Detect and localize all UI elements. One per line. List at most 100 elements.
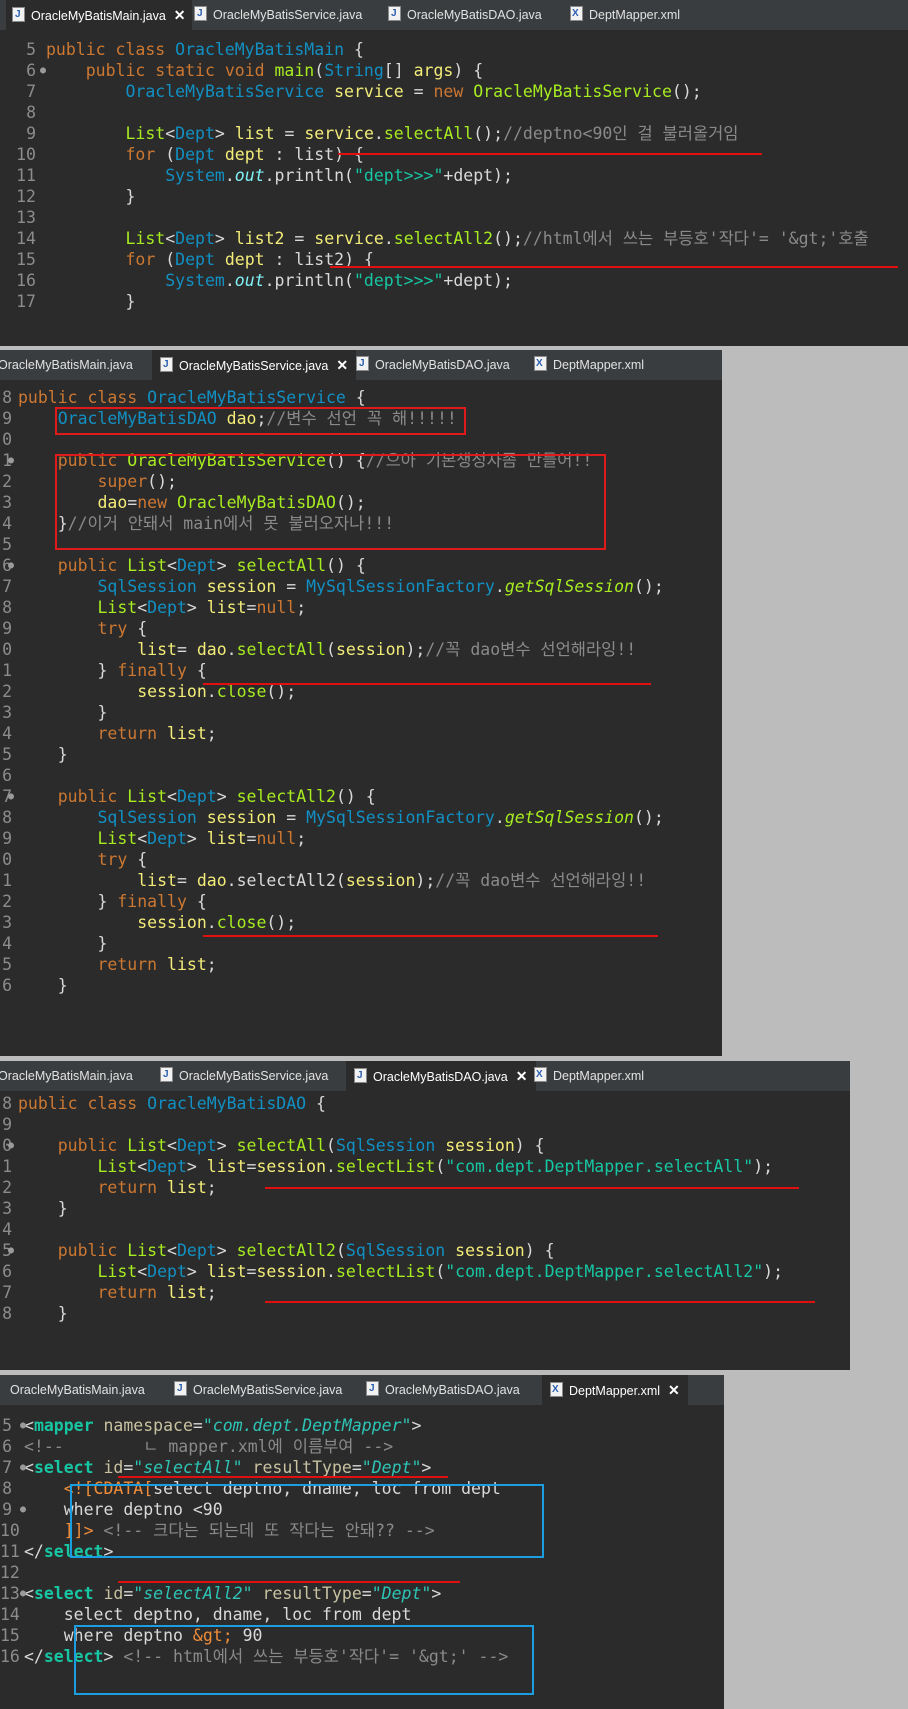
code-line: 12 } bbox=[16, 187, 136, 206]
code-line: 8 } bbox=[2, 1304, 68, 1323]
tab-oraclemybatismain[interactable]: OracleMyBatisMain.java bbox=[10, 1375, 145, 1405]
code-line: 9 List<Dept> list = service.selectAll();… bbox=[26, 124, 739, 143]
tab-oraclemybatisdao[interactable]: OracleMyBatisDAO.java bbox=[356, 350, 510, 380]
code-line: 2 } finally { bbox=[2, 892, 207, 911]
red-underline bbox=[330, 266, 898, 268]
red-underline bbox=[118, 1581, 460, 1583]
code-line: 8 public class OracleMyBatisService { bbox=[2, 388, 366, 407]
tab-deptmapper[interactable]: DeptMapper.xml bbox=[534, 1061, 644, 1091]
code-line: 3 } bbox=[2, 703, 108, 722]
code-line: 14 List<Dept> list2 = service.selectAll2… bbox=[16, 229, 869, 248]
tab-oraclemybatismain[interactable]: OracleMyBatisMain.java bbox=[0, 1061, 133, 1091]
code-line: 9 try { bbox=[2, 619, 148, 638]
editor-panel-dao: OracleMyBatisMain.java OracleMyBatisServ… bbox=[0, 1061, 850, 1370]
tab-oraclemybatisdao[interactable]: OracleMyBatisDAO.java bbox=[366, 1375, 520, 1405]
close-icon[interactable]: ✕ bbox=[668, 1382, 680, 1398]
close-icon[interactable]: ✕ bbox=[174, 7, 186, 23]
code-line: 8 SqlSession session = MySqlSessionFacto… bbox=[2, 808, 664, 827]
code-line: 0 try { bbox=[2, 850, 148, 869]
code-line: 17 } bbox=[16, 292, 136, 311]
red-underline bbox=[118, 1476, 448, 1478]
code-line: 7 SqlSession session = MySqlSessionFacto… bbox=[2, 577, 664, 596]
xml-file-icon bbox=[534, 1061, 547, 1090]
code-line: 4 return list; bbox=[2, 724, 217, 743]
code-line: 3 session.close(); bbox=[2, 913, 297, 932]
code-line: 1 list= dao.selectAll2(session);//꼭 dao변… bbox=[2, 871, 647, 890]
code-line: ● 5 <mapper namespace="com.dept.DeptMapper… bbox=[2, 1416, 422, 1435]
java-file-icon bbox=[194, 0, 207, 29]
tab-deptmapper[interactable]: DeptMapper.xml bbox=[570, 0, 680, 30]
blue-highlight-box bbox=[70, 1484, 544, 1558]
xml-file-icon bbox=[534, 350, 547, 379]
code-line: 1 } finally { bbox=[2, 661, 207, 680]
code-line: 8 public class OracleMyBatisDAO { bbox=[2, 1094, 326, 1113]
code-line: ● 0 public List<Dept> selectAll(SqlSessio… bbox=[2, 1136, 545, 1155]
java-file-icon bbox=[174, 1375, 187, 1404]
close-icon[interactable]: ✕ bbox=[336, 357, 348, 373]
code-line: 5 } bbox=[2, 745, 68, 764]
editor-panel-main: OracleMyBatisMain.java✕ OracleMyBatisSer… bbox=[0, 0, 908, 346]
tab-oraclemybatisdao[interactable]: OracleMyBatisDAO.java bbox=[388, 0, 542, 30]
tab-oraclemybatisservice[interactable]: OracleMyBatisService.java bbox=[160, 1061, 328, 1091]
code-area[interactable]: 8 public class OracleMyBatisDAO { 9 ● 0 pu… bbox=[0, 1093, 850, 1324]
xml-file-icon bbox=[550, 1375, 563, 1405]
red-underline bbox=[265, 1301, 815, 1303]
tab-bar: OracleMyBatisMain.java OracleMyBatisServ… bbox=[0, 1375, 724, 1405]
red-highlight-box bbox=[55, 454, 606, 550]
tab-oraclemybatisservice[interactable]: OracleMyBatisService.java bbox=[174, 1375, 342, 1405]
code-line: 12 bbox=[0, 1563, 20, 1582]
code-area[interactable]: 5 public class OracleMyBatisMain { ● 6 pub… bbox=[0, 39, 908, 312]
java-file-icon bbox=[366, 1375, 379, 1404]
code-line: 9 List<Dept> list=null; bbox=[2, 829, 307, 848]
tab-bar: OracleMyBatisMain.java OracleMyBatisServ… bbox=[0, 350, 722, 380]
tab-oraclemybatisservice[interactable]: OracleMyBatisService.java bbox=[194, 0, 362, 30]
red-underline bbox=[265, 1187, 799, 1189]
code-line: 5 return list; bbox=[2, 955, 217, 974]
code-line: ● 7 <select id="selectAll" resultType="Dep… bbox=[2, 1458, 432, 1477]
code-line: 9 bbox=[2, 1115, 12, 1134]
code-line: 6 List<Dept> list=session.selectList("co… bbox=[2, 1262, 784, 1281]
close-icon[interactable]: ✕ bbox=[516, 1068, 528, 1084]
code-line: 1 List<Dept> list=session.selectList("co… bbox=[2, 1157, 774, 1176]
tab-bar: OracleMyBatisMain.java✕ OracleMyBatisSer… bbox=[0, 0, 908, 30]
tab-oraclemybatismain[interactable]: OracleMyBatisMain.java bbox=[0, 350, 133, 380]
code-line: 7 return list; bbox=[2, 1283, 217, 1302]
java-file-icon bbox=[356, 350, 369, 379]
code-line: ● 6 public static void main(String[] args… bbox=[26, 61, 484, 80]
tab-bar: OracleMyBatisMain.java OracleMyBatisServ… bbox=[0, 1061, 850, 1091]
code-line: 6 bbox=[2, 766, 12, 785]
editor-panel-service: OracleMyBatisMain.java OracleMyBatisServ… bbox=[0, 350, 722, 1056]
code-line: 14 select deptno, dname, loc from dept bbox=[0, 1605, 412, 1624]
code-line: 4 bbox=[2, 1220, 12, 1239]
red-underline bbox=[203, 683, 651, 685]
blue-highlight-box bbox=[74, 1625, 534, 1695]
editor-panel-mapper: OracleMyBatisMain.java OracleMyBatisServ… bbox=[0, 1375, 724, 1709]
code-line: ● 6 public List<Dept> selectAll() { bbox=[2, 556, 366, 575]
code-line: 3 } bbox=[2, 1199, 68, 1218]
tab-deptmapper[interactable]: DeptMapper.xml bbox=[534, 350, 644, 380]
code-line: 8 bbox=[26, 103, 36, 122]
code-line: 16 System.out.println("dept>>>"+dept); bbox=[16, 271, 513, 290]
code-line: 8 List<Dept> list=null; bbox=[2, 598, 307, 617]
java-file-icon bbox=[12, 0, 25, 30]
tab-oraclemybatisservice[interactable]: OracleMyBatisService.java✕ bbox=[152, 350, 357, 380]
code-line: 5 public class OracleMyBatisMain { bbox=[26, 40, 364, 59]
code-line: ● 13 <select id="selectAll2" resultType="D… bbox=[0, 1584, 442, 1603]
java-file-icon bbox=[160, 350, 173, 380]
code-line: ● 5 public List<Dept> selectAll2(SqlSessi… bbox=[2, 1241, 555, 1260]
tab-oraclemybatisdao[interactable]: OracleMyBatisDAO.java✕ bbox=[346, 1061, 536, 1091]
code-line: 0 list= dao.selectAll(session);//꼭 dao변수… bbox=[2, 640, 637, 659]
tab-oraclemybatismain[interactable]: OracleMyBatisMain.java✕ bbox=[6, 0, 192, 30]
java-file-icon bbox=[354, 1061, 367, 1091]
xml-file-icon bbox=[570, 0, 583, 29]
tab-deptmapper[interactable]: DeptMapper.xml✕ bbox=[542, 1375, 688, 1405]
code-line: 13 bbox=[16, 208, 36, 227]
code-line: ● 7 public List<Dept> selectAll2() { bbox=[2, 787, 376, 806]
java-file-icon bbox=[160, 1061, 173, 1090]
code-line: 6 <!-- ㄴ mapper.xml에 이름부여 --> bbox=[2, 1437, 394, 1456]
red-underline bbox=[338, 153, 762, 155]
code-line: 6 } bbox=[2, 976, 68, 995]
red-highlight-box bbox=[55, 407, 466, 435]
red-underline bbox=[203, 935, 658, 937]
java-file-icon bbox=[388, 0, 401, 29]
